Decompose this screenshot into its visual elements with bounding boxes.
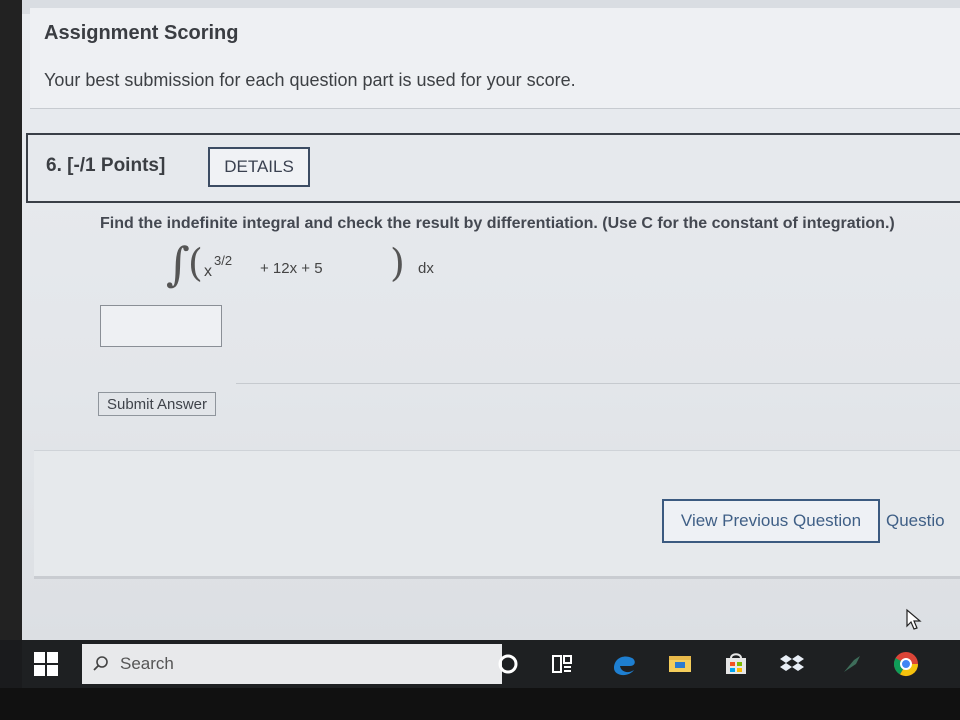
question-body: Find the indefinite integral and check t… <box>86 205 960 430</box>
formula-exponent: 3/2 <box>214 253 233 268</box>
app-icon[interactable] <box>838 650 866 678</box>
store-icon[interactable] <box>722 650 750 678</box>
formula-terms: + 12x + 5 <box>260 260 323 277</box>
submit-answer-button[interactable]: Submit Answer <box>98 392 216 416</box>
formula-base: x <box>204 263 212 280</box>
taskbar-search-box[interactable]: Search <box>82 644 502 684</box>
scoring-title: Assignment Scoring <box>44 22 239 44</box>
left-paren: ( <box>188 241 203 285</box>
answer-input[interactable] <box>100 305 222 347</box>
assignment-scoring-panel: Assignment Scoring Your best submission … <box>30 8 960 109</box>
edge-icon[interactable] <box>610 650 638 678</box>
question-header: 6. [-/1 Points] DETAILS <box>26 133 960 203</box>
search-icon <box>93 656 108 671</box>
question-navigation: View Previous Question Questio <box>34 450 960 579</box>
question-prompt: Find the indefinite integral and check t… <box>100 215 895 232</box>
cortana-icon[interactable] <box>494 650 522 678</box>
file-explorer-icon[interactable] <box>666 650 694 678</box>
task-view-icon[interactable] <box>548 650 576 678</box>
windows-taskbar: Search <box>22 640 960 688</box>
question-number-points: 6. [-/1 Points] <box>46 155 166 176</box>
integral-sign: ∫ <box>166 237 190 291</box>
formula-differential: dx <box>418 260 434 277</box>
browser-screen: Assignment Scoring Your best submission … <box>0 0 960 640</box>
details-button[interactable]: DETAILS <box>208 147 310 187</box>
screen-bezel <box>0 0 22 640</box>
dropbox-icon[interactable] <box>778 650 806 678</box>
scoring-description: Your best submission for each question p… <box>44 70 576 90</box>
chrome-icon[interactable] <box>892 650 920 678</box>
right-paren: ) <box>390 241 405 285</box>
view-previous-question-button[interactable]: View Previous Question <box>662 499 880 543</box>
windows-icon[interactable] <box>34 652 58 676</box>
screen-bezel-bottom <box>0 688 960 720</box>
mouse-cursor-icon <box>906 608 922 630</box>
search-placeholder: Search <box>120 654 174 673</box>
divider <box>236 383 960 384</box>
next-question-button[interactable]: Questio <box>886 499 960 543</box>
